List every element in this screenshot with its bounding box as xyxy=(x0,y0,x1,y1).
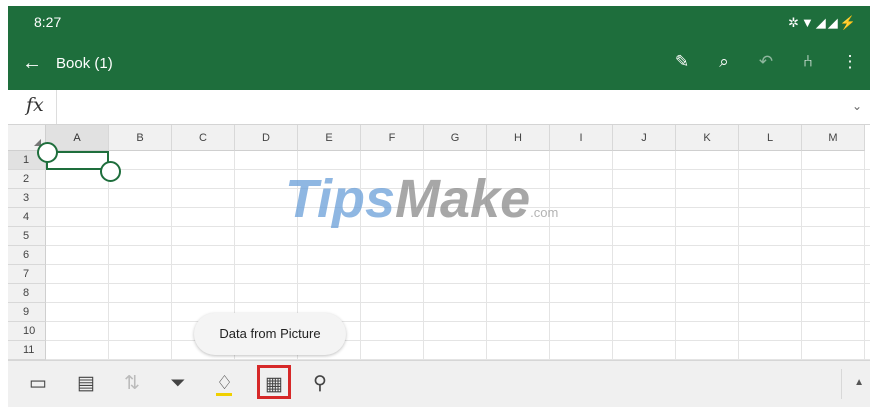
watermark-part1: Tips xyxy=(285,169,396,229)
grid-column-line xyxy=(675,151,676,360)
row-header-9[interactable]: 9 xyxy=(8,303,46,322)
back-arrow-icon[interactable]: ← xyxy=(22,52,42,75)
data-from-picture-tooltip: Data from Picture xyxy=(194,313,346,355)
row-header-2[interactable]: 2 xyxy=(8,170,46,189)
row-header-7[interactable]: 7 xyxy=(8,265,46,284)
grid-row-line xyxy=(46,283,870,284)
row-header-8[interactable]: 8 xyxy=(8,284,46,303)
workbook-title: Book (1) xyxy=(56,55,113,72)
grid-row-line xyxy=(46,321,870,322)
column-header-b[interactable]: B xyxy=(109,125,172,151)
grid-column-line xyxy=(864,151,865,360)
column-header-d[interactable]: D xyxy=(235,125,298,151)
toolbar-divider xyxy=(841,369,842,399)
grid-row-line xyxy=(46,302,870,303)
column-header-l[interactable]: L xyxy=(739,125,802,151)
share-icon[interactable]: ⑃ xyxy=(798,52,818,72)
card-view-icon[interactable]: ▤ xyxy=(72,370,100,398)
column-header-g[interactable]: G xyxy=(424,125,487,151)
app-bar: ← Book (1) ✎ ⌕ ↶ ⑃ ⋮ xyxy=(8,40,870,90)
draw-icon[interactable]: ✎ xyxy=(672,52,692,72)
column-header-k[interactable]: K xyxy=(676,125,739,151)
watermark-suffix: .com xyxy=(530,205,559,220)
grid-column-line xyxy=(801,151,802,360)
formula-bar: fx ⌄ xyxy=(8,90,870,125)
more-icon[interactable]: ⋮ xyxy=(840,52,860,72)
formula-input[interactable] xyxy=(66,98,826,116)
column-header-f[interactable]: F xyxy=(361,125,424,151)
bottom-toolbar: ▭ ▤ ⇅ ⏷ ♢ ▦ ⚲ ▲ xyxy=(8,360,870,407)
status-bar: 8:27 ✲▼◢◢⚡ xyxy=(8,6,870,40)
column-header-e[interactable]: E xyxy=(298,125,361,151)
insert-icon[interactable]: ▭ xyxy=(24,370,52,398)
watermark-logo: TipsMake.com xyxy=(285,168,558,230)
formula-divider xyxy=(56,90,57,124)
column-header-h[interactable]: H xyxy=(487,125,550,151)
fill-color-glyph: ♢ xyxy=(216,373,234,396)
column-header-m[interactable]: M xyxy=(802,125,865,151)
app-bar-actions: ✎ ⌕ ↶ ⑃ ⋮ xyxy=(672,52,860,72)
grid-column-line xyxy=(171,151,172,360)
column-header-c[interactable]: C xyxy=(172,125,235,151)
undo-icon[interactable]: ↶ xyxy=(756,52,776,72)
grid-row-line xyxy=(46,340,870,341)
selection-handle-start[interactable] xyxy=(37,142,58,163)
fill-color-icon[interactable]: ♢ xyxy=(210,370,238,398)
status-time: 8:27 xyxy=(34,14,62,30)
data-from-picture-button[interactable]: ▦ xyxy=(257,365,291,399)
filter-icon[interactable]: ⏷ xyxy=(164,370,192,398)
watermark-part2: Make xyxy=(395,169,531,229)
expand-toolbar-icon[interactable]: ▲ xyxy=(854,377,864,388)
row-header-6[interactable]: 6 xyxy=(8,246,46,265)
column-header-j[interactable]: J xyxy=(613,125,676,151)
chevron-down-icon[interactable]: ⌄ xyxy=(852,99,862,113)
ideas-icon[interactable]: ⚲ xyxy=(306,370,334,398)
sort-icon[interactable]: ⇅ xyxy=(118,370,146,398)
selection-handle-end[interactable] xyxy=(100,161,121,182)
search-icon[interactable]: ⌕ xyxy=(714,52,734,72)
row-header-10[interactable]: 10 xyxy=(8,322,46,341)
column-header-i[interactable]: I xyxy=(550,125,613,151)
grid-column-line xyxy=(108,151,109,360)
grid-column-line xyxy=(738,151,739,360)
row-header-4[interactable]: 4 xyxy=(8,208,46,227)
row-header-5[interactable]: 5 xyxy=(8,227,46,246)
row-header-3[interactable]: 3 xyxy=(8,189,46,208)
grid-row-line xyxy=(46,264,870,265)
grid-row-line xyxy=(46,245,870,246)
system-status-icons: ✲▼◢◢⚡ xyxy=(788,15,858,30)
row-header-11[interactable]: 11 xyxy=(8,341,46,360)
fx-icon: fx xyxy=(26,94,44,116)
spreadsheet-grid[interactable]: A B C D E F G H I J K L M 1 2 3 4 5 6 7 8 9 10 11 xyxy=(8,125,870,360)
grid-column-line xyxy=(612,151,613,360)
